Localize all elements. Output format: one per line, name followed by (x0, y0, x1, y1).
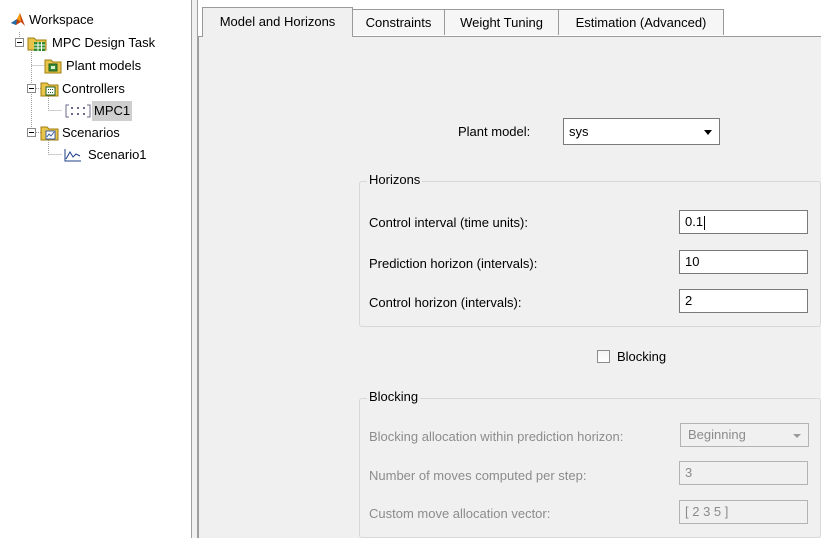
tree-label: Scenarios (62, 125, 120, 140)
tree-label: Workspace (29, 12, 94, 27)
tree-item-mpc-design-task[interactable]: MPC Design Task (0, 33, 191, 53)
blocking-title: Blocking (367, 389, 421, 404)
tree-label: MPC Design Task (52, 35, 156, 50)
blocking-allocation-label: Blocking allocation within prediction ho… (369, 429, 624, 444)
collapse-icon[interactable] (27, 128, 36, 137)
blocking-checkbox[interactable] (597, 350, 610, 363)
folder-icon (40, 82, 59, 97)
controller-settings-panel: Model and Horizons Constraints Weight Tu… (198, 0, 821, 538)
matlab-icon (11, 13, 25, 26)
plant-model-icon (44, 59, 62, 74)
chevron-down-icon (704, 130, 712, 135)
tab-content: Plant model: sys Horizons Control interv… (198, 37, 821, 538)
plant-model-dropdown[interactable]: sys (563, 118, 720, 145)
tree-item-mpc1[interactable]: MPC1 (0, 101, 191, 121)
tree-label: MPC1 (92, 101, 133, 121)
horizons-title: Horizons (367, 172, 423, 187)
prediction-horizon-label: Prediction horizon (intervals): (369, 256, 538, 271)
control-horizon-label: Control horizon (intervals): (369, 295, 522, 310)
tab-bar: Model and Horizons Constraints Weight Tu… (198, 0, 821, 37)
blocking-checkbox-label: Blocking (617, 349, 667, 364)
collapse-icon[interactable] (15, 38, 24, 47)
tree-item-workspace[interactable]: Workspace (0, 10, 191, 30)
tree-label: Controllers (62, 81, 125, 96)
custom-move-allocation-label: Custom move allocation vector: (369, 506, 551, 521)
plot-icon (64, 149, 81, 162)
custom-move-allocation-input[interactable]: [ 2 3 5 ] (679, 500, 808, 524)
tree-label: Plant models (66, 58, 142, 73)
tree-item-plant-models[interactable]: Plant models (0, 56, 191, 76)
control-interval-input[interactable]: 0.1 (679, 210, 808, 234)
control-interval-label: Control interval (time units): (369, 215, 528, 230)
plant-model-label: Plant model: (458, 124, 531, 139)
control-horizon-value: 2 (685, 293, 693, 308)
collapse-icon[interactable] (27, 84, 36, 93)
moves-per-step-value: 3 (685, 465, 693, 480)
blocking-allocation-value: Beginning (688, 427, 746, 442)
workspace-tree[interactable]: Workspace MPC Design Task Plant models C… (0, 0, 191, 538)
plant-model-value: sys (569, 124, 589, 139)
folder-icon (40, 126, 59, 141)
tab-estimation-advanced[interactable]: Estimation (Advanced) (558, 9, 724, 35)
tree-item-scenarios[interactable]: Scenarios (0, 123, 191, 143)
chevron-down-icon (793, 434, 801, 438)
tab-weight-tuning[interactable]: Weight Tuning (444, 9, 559, 35)
custom-move-allocation-value: [ 2 3 5 ] (685, 504, 729, 519)
moves-per-step-label: Number of moves computed per step: (369, 468, 587, 483)
task-grid-icon (27, 37, 47, 51)
control-horizon-input[interactable]: 2 (679, 289, 808, 313)
tab-model-and-horizons[interactable]: Model and Horizons (202, 7, 353, 37)
tree-item-scenario1[interactable]: Scenario1 (0, 145, 191, 165)
controller-matrix-icon (65, 104, 91, 118)
tab-constraints[interactable]: Constraints (352, 9, 445, 35)
prediction-horizon-value: 10 (685, 254, 700, 269)
blocking-allocation-dropdown[interactable]: Beginning (680, 423, 809, 447)
prediction-horizon-input[interactable]: 10 (679, 250, 808, 274)
tree-label: Scenario1 (88, 147, 147, 162)
control-interval-value: 0.1 (685, 214, 704, 229)
text-caret (704, 215, 706, 230)
moves-per-step-input[interactable]: 3 (679, 461, 808, 485)
tree-item-controllers[interactable]: Controllers (0, 79, 191, 99)
